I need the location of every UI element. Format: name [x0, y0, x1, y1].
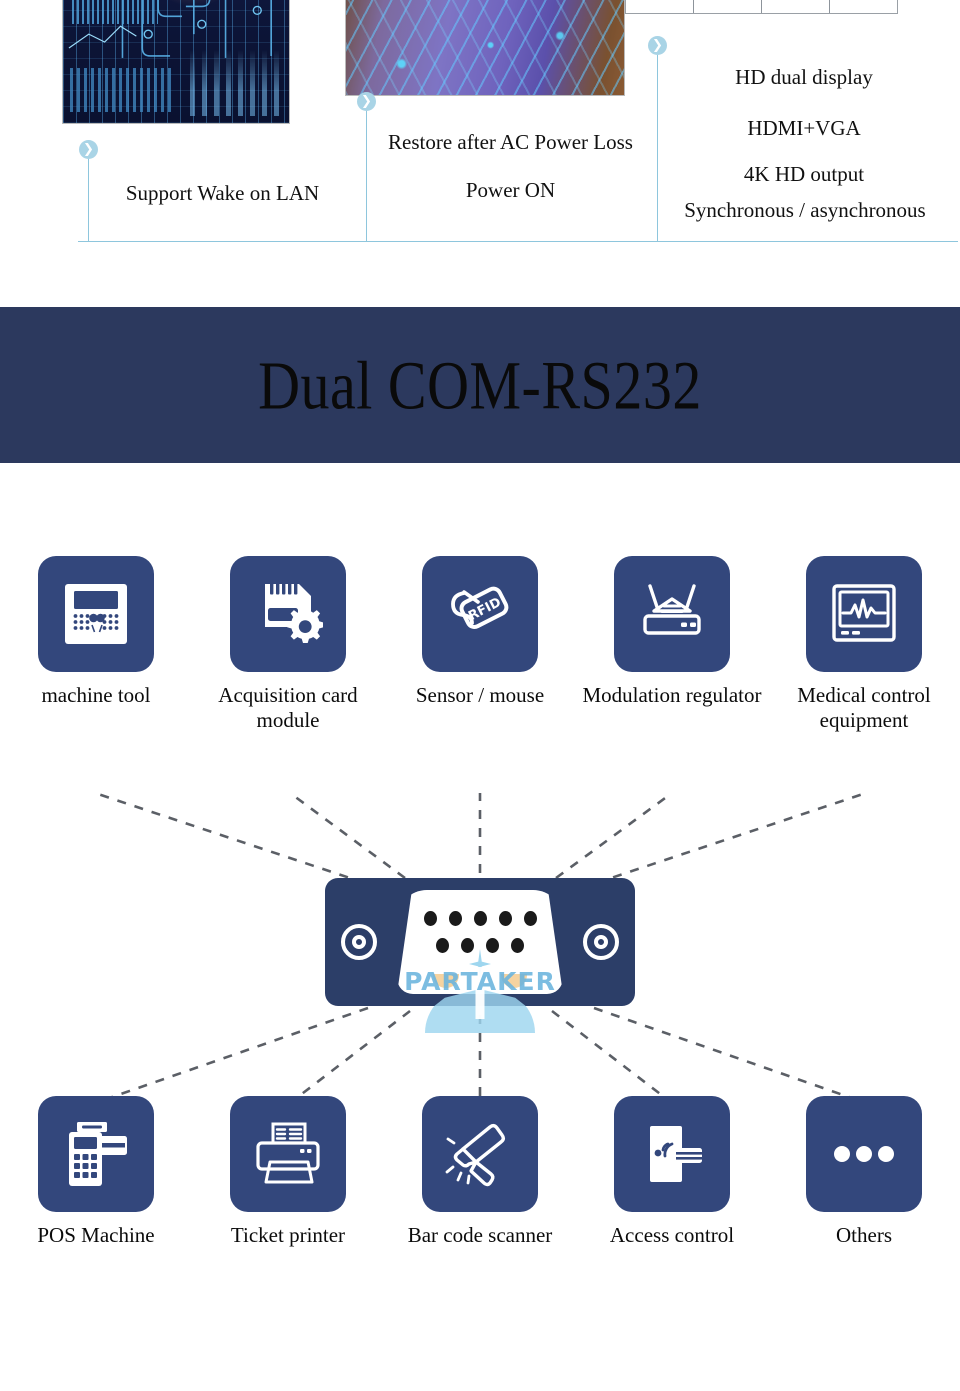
feature-hd-dual-display-line: HD dual display [735, 65, 873, 89]
printer-icon [256, 1122, 320, 1184]
top-feature-section: ❯ Support Wake on LAN ❯ Restore after AC… [0, 0, 960, 300]
chevron-right-icon: ❯ [79, 140, 98, 159]
application-pos-machine[interactable]: POS Machine [0, 1096, 192, 1248]
application-access-control[interactable]: Access control [576, 1096, 768, 1248]
circuit-trace-overlay [68, 0, 272, 58]
application-label: Ticket printer [230, 1223, 346, 1247]
application-modulation-regulator[interactable]: Modulation regulator [576, 556, 768, 733]
access-control-tile[interactable] [614, 1096, 730, 1212]
connector-accent-left [433, 974, 459, 988]
application-machine-tool[interactable]: machine tool [0, 556, 192, 733]
modulation-regulator-tile[interactable] [614, 556, 730, 672]
others-tile[interactable] [806, 1096, 922, 1212]
application-medical-control-equipment[interactable]: Medical control equipment [768, 556, 960, 733]
machine-tool-tile[interactable] [38, 556, 154, 672]
sd-card-gear-icon [265, 582, 323, 643]
application-label: machine tool [41, 683, 151, 707]
connector-screw-right [583, 924, 619, 960]
connector-screw-left [341, 924, 377, 960]
rfid-tag-icon: RFID [451, 586, 509, 629]
section-banner: Dual COM-RS232 [0, 307, 960, 463]
application-label: POS Machine [37, 1223, 155, 1247]
connector-accent-right [501, 974, 527, 988]
application-label: Access control [609, 1223, 735, 1247]
callout-baseline [78, 241, 958, 242]
application-others[interactable]: Others [768, 1096, 960, 1248]
feature-ac-power-loss-line1: Restore after AC Power Loss [388, 130, 633, 154]
barcode-scanner-icon [445, 1124, 505, 1187]
feature-4k-output-line: 4K HD output [743, 162, 865, 186]
chevron-right-icon: ❯ [357, 92, 376, 111]
acquisition-card-tile[interactable] [230, 556, 346, 672]
db9-serial-connector [325, 878, 635, 1006]
feature-ac-power-loss-line2: Power ON [465, 178, 556, 202]
feature-hdmi-vga-line: HDMI+VGA [747, 116, 861, 140]
ekg-monitor-icon [832, 584, 896, 642]
application-label: Modulation regulator [582, 683, 762, 707]
callout-stem [366, 111, 367, 241]
feature-sync-async-line: Synchronous / asynchronous [684, 198, 926, 222]
pos-terminal-icon [69, 1122, 127, 1186]
top-application-row: machine tool Acquisition card module RFI… [0, 556, 960, 733]
application-label: Medical control equipment [797, 683, 931, 732]
page-title: Dual COM-RS232 [258, 346, 702, 424]
application-ticket-printer[interactable]: Ticket printer [192, 1096, 384, 1248]
feature-wake-on-lan-label: Support Wake on LAN [125, 181, 320, 205]
application-sensor-mouse[interactable]: RFID Sensor / mouse [384, 556, 576, 733]
connector-shell [397, 890, 563, 994]
sensor-mouse-tile[interactable]: RFID [422, 556, 538, 672]
connector-pins-bottom [397, 938, 563, 953]
ellipsis-icon [834, 1146, 894, 1162]
medical-equipment-tile[interactable] [806, 556, 922, 672]
application-bar-code-scanner[interactable]: Bar code scanner [384, 1096, 576, 1248]
application-label: Sensor / mouse [415, 683, 545, 707]
application-acquisition-card-module[interactable]: Acquisition card module [192, 556, 384, 733]
application-label: Bar code scanner [407, 1223, 553, 1247]
callout-stem [88, 159, 89, 241]
chevron-right-icon: ❯ [648, 36, 667, 55]
connector-pins-top [397, 911, 563, 926]
application-label: Acquisition card module [218, 683, 358, 732]
bottom-application-row: POS Machine Ticket printer Bar code scan… [0, 1096, 960, 1248]
router-icon [643, 584, 701, 635]
barcode-scanner-tile[interactable] [422, 1096, 538, 1212]
circuit-board-closeup-image [345, 0, 625, 96]
cnc-control-panel-icon [65, 584, 127, 644]
device-panel-strip-image [625, 0, 898, 14]
applications-diagram: machine tool Acquisition card module RFI… [0, 463, 960, 1391]
ticket-printer-tile[interactable] [230, 1096, 346, 1212]
card-reader-icon [650, 1126, 702, 1182]
circuit-data-visualization-image [62, 0, 290, 124]
application-label: Others [836, 1223, 892, 1247]
pos-machine-tile[interactable] [38, 1096, 154, 1212]
